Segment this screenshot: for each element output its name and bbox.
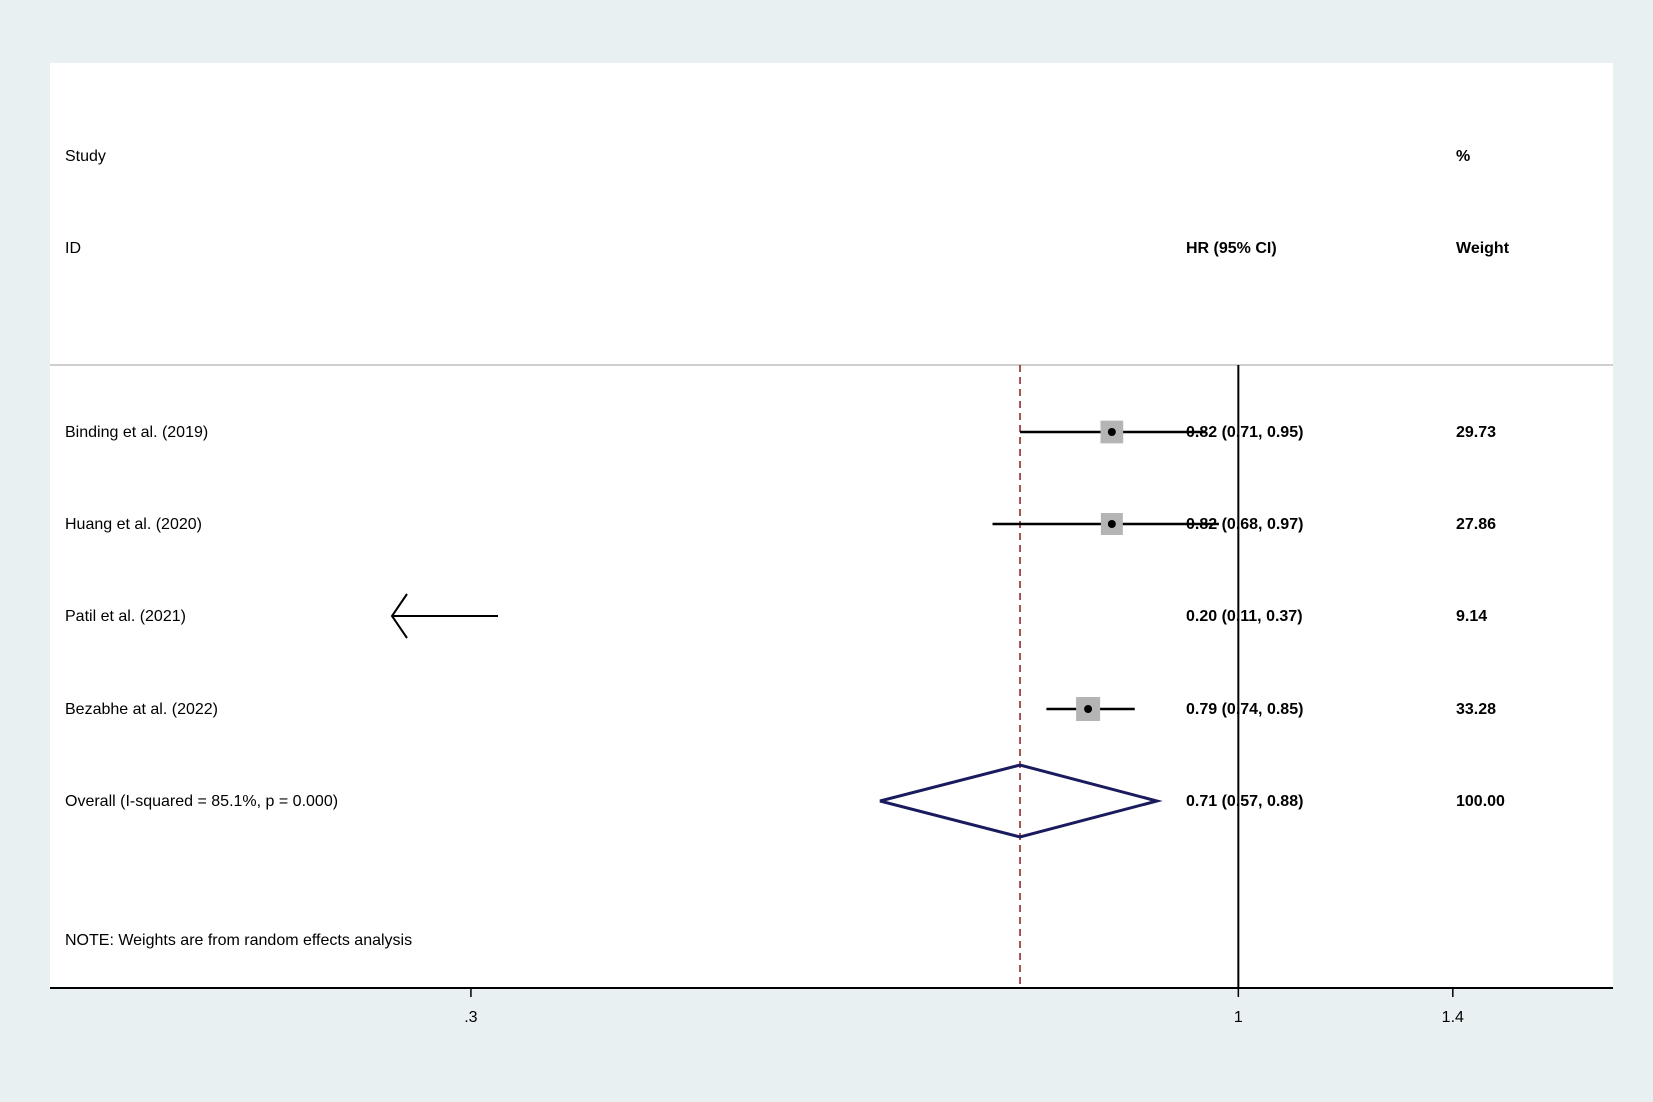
header-percent: %: [1456, 148, 1470, 165]
x-tick-label: 1.4: [1442, 1009, 1464, 1026]
study-hr-ci: 0.82 (0.71, 0.95): [1186, 424, 1303, 441]
x-tick-label: 1: [1234, 1009, 1243, 1026]
header-id: ID: [65, 240, 81, 257]
plot-panel: [50, 63, 1613, 988]
overall-hr-ci: 0.71 (0.57, 0.88): [1186, 793, 1303, 810]
point-estimate: [1107, 428, 1116, 436]
forest-plot: Study ID HR (95% CI) % Weight NOTE: Weig…: [50, 63, 1613, 1026]
study-weight: 9.14: [1456, 608, 1487, 625]
study-weight: 29.73: [1456, 424, 1496, 441]
overall-weight: 100.00: [1456, 793, 1505, 810]
study-label: Patil et al. (2021): [65, 608, 186, 625]
header-study: Study: [65, 148, 106, 165]
point-estimate: [1084, 705, 1093, 713]
study-label: Huang et al. (2020): [65, 516, 202, 533]
header-weight: Weight: [1456, 240, 1510, 257]
study-hr-ci: 0.82 (0.68, 0.97): [1186, 516, 1303, 533]
study-weight: 27.86: [1456, 516, 1496, 533]
study-hr-ci: 0.79 (0.74, 0.85): [1186, 701, 1303, 718]
study-weight: 33.28: [1456, 701, 1496, 718]
note-text: NOTE: Weights are from random effects an…: [65, 932, 412, 949]
overall-label: Overall (I-squared = 85.1%, p = 0.000): [65, 793, 338, 810]
study-label: Binding et al. (2019): [65, 424, 208, 441]
study-hr-ci: 0.20 (0.11, 0.37): [1186, 608, 1303, 625]
header-hr-ci: HR (95% CI): [1186, 240, 1277, 257]
x-tick-label: .3: [464, 1009, 477, 1026]
study-label: Bezabhe at al. (2022): [65, 701, 218, 718]
point-estimate: [1107, 520, 1116, 528]
forest-plot-figure: Study ID HR (95% CI) % Weight NOTE: Weig…: [0, 0, 1653, 1097]
